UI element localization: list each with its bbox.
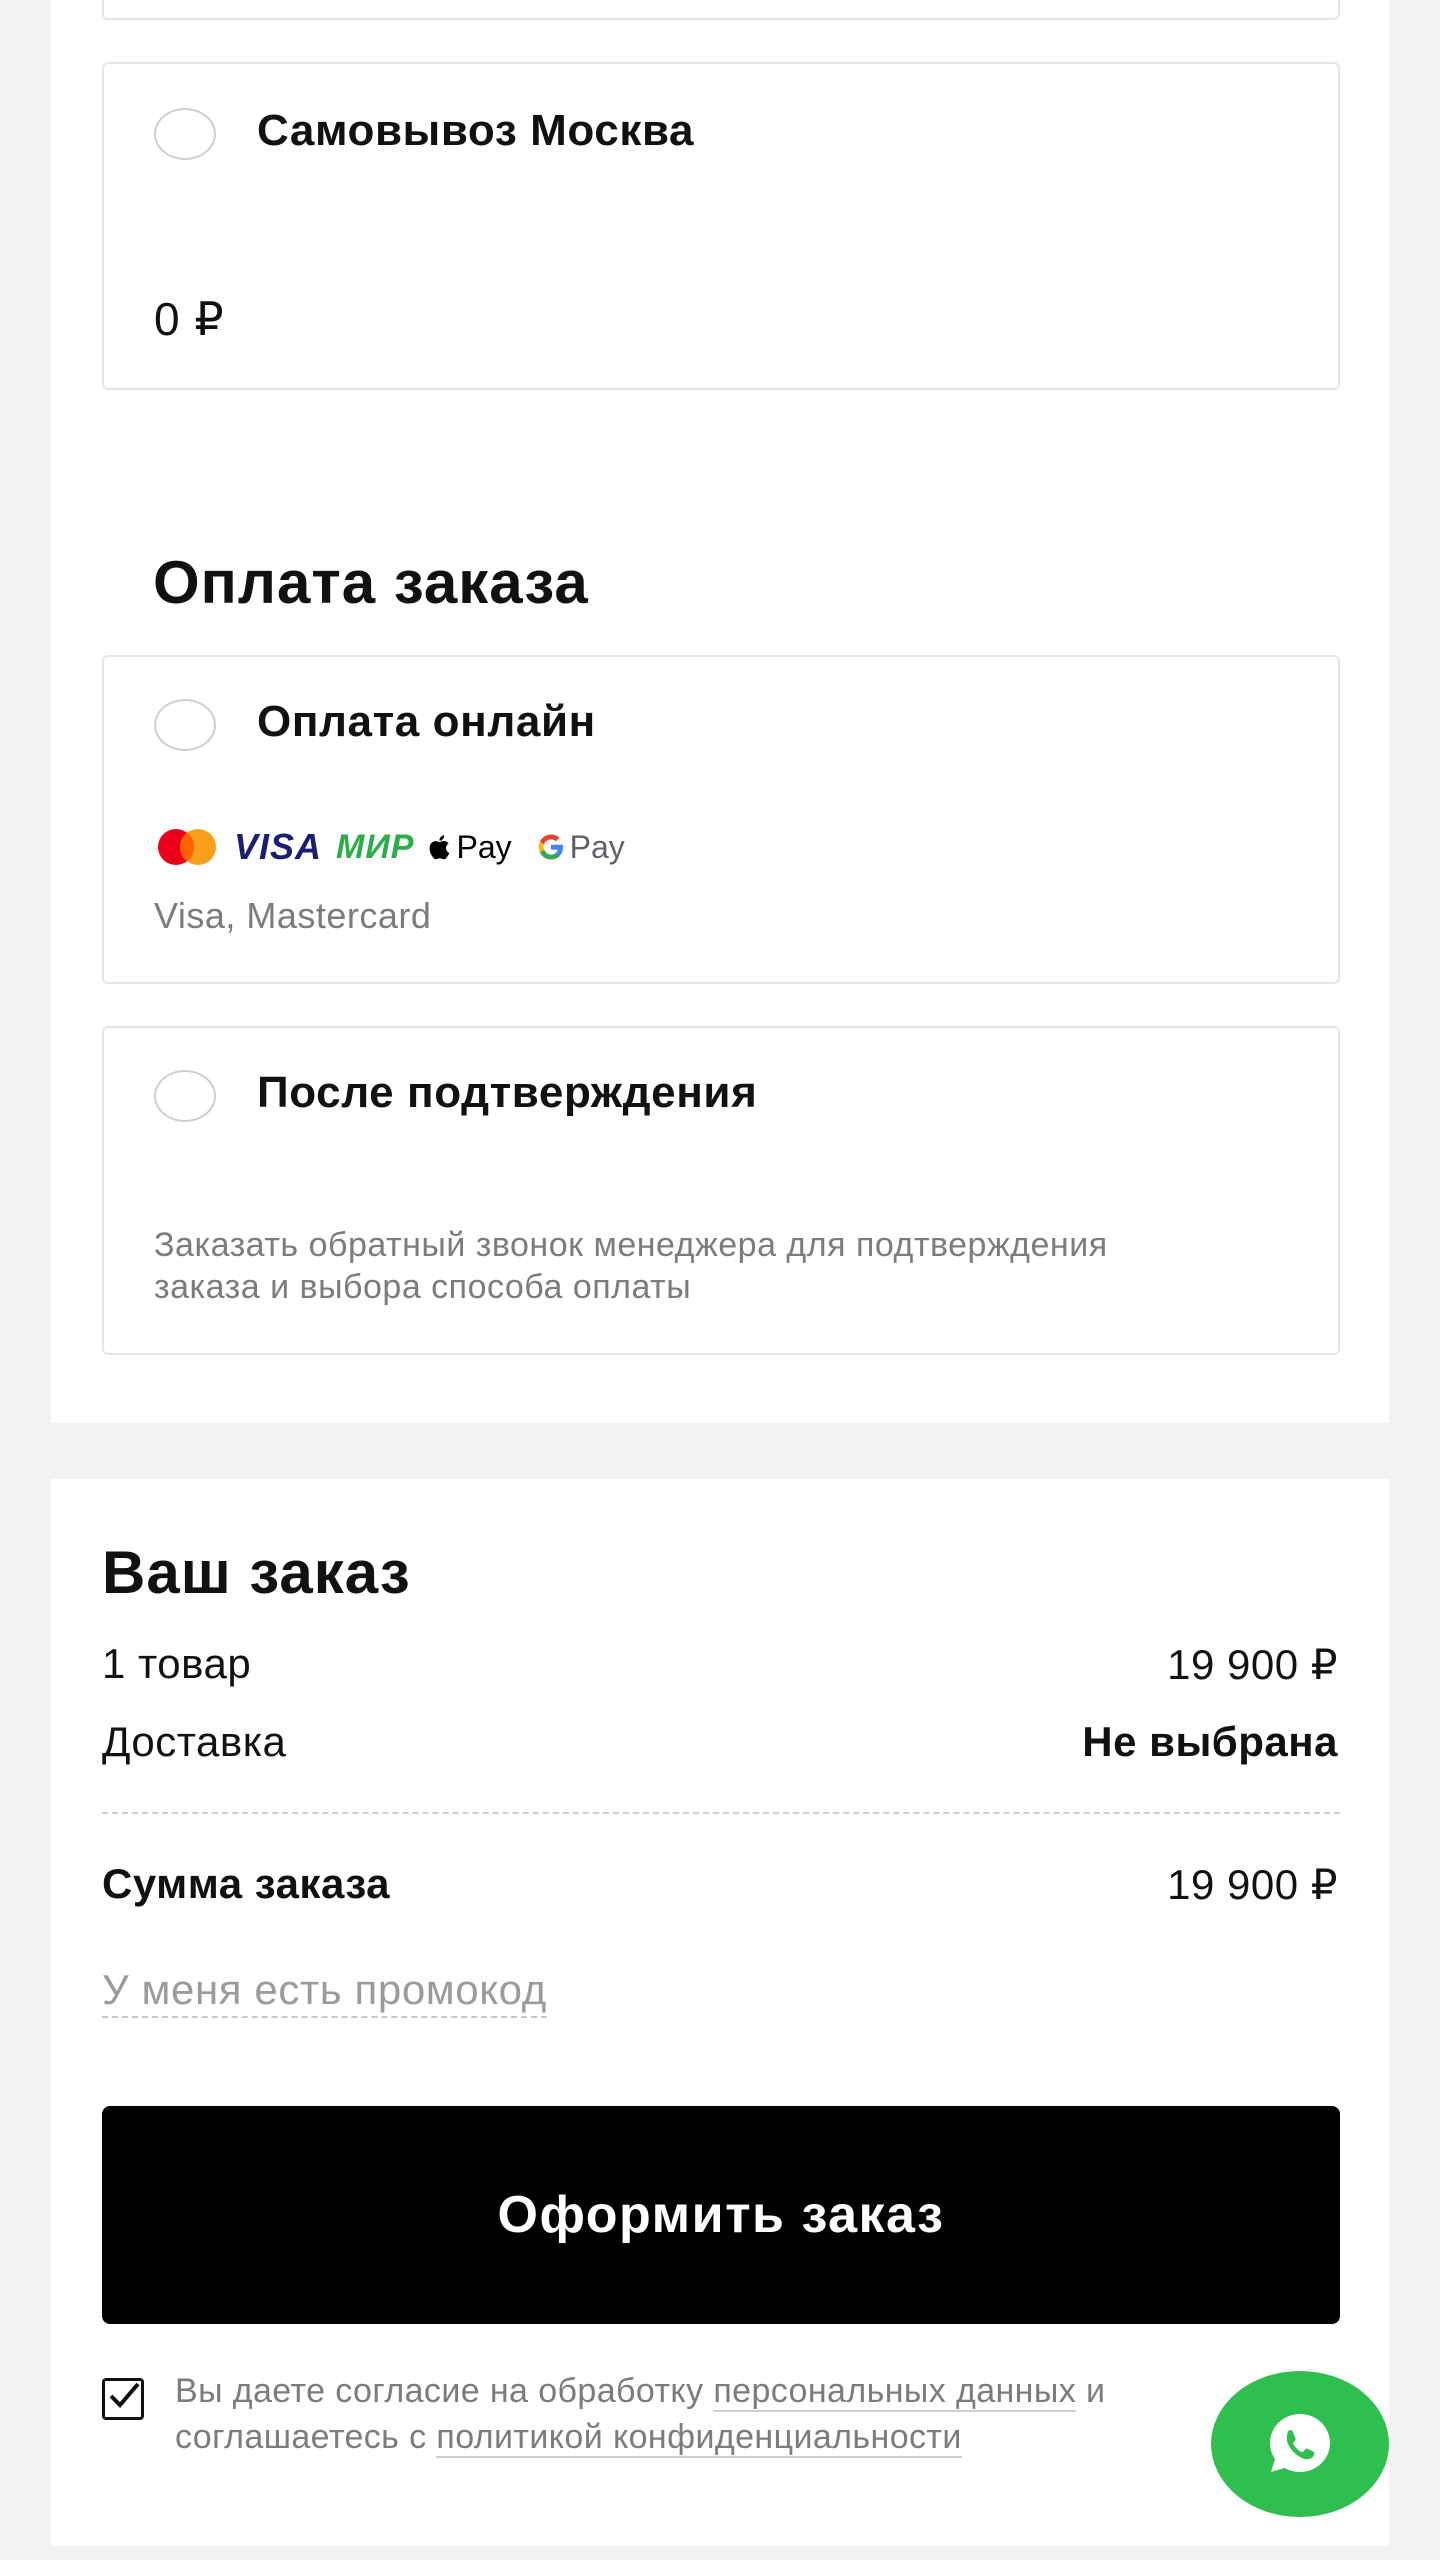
- after-confirmation-title: После подтверждения: [257, 1068, 758, 1117]
- payment-logos: VISA МИР Pay Pay: [154, 825, 625, 869]
- pickup-radio[interactable]: [154, 108, 216, 160]
- delivery-value: Не выбрана: [1082, 1718, 1338, 1765]
- after-confirmation-radio[interactable]: [154, 1070, 216, 1122]
- delivery-option-card-previous[interactable]: [102, 0, 1340, 20]
- online-payment-radio[interactable]: [154, 699, 216, 751]
- payment-option-online[interactable]: Оплата онлайн VISA МИР Pay Pay Visa, Mas…: [102, 655, 1340, 984]
- mastercard-icon: [154, 827, 220, 867]
- submit-order-button[interactable]: Оформить заказ: [102, 2106, 1340, 2324]
- google-pay-icon: Pay: [536, 829, 625, 866]
- mir-icon: МИР: [336, 827, 415, 866]
- whatsapp-icon: [1270, 2414, 1330, 2472]
- checkout-panel: Самовывоз Москва 0 ₽ Оплата заказа Оплат…: [51, 0, 1389, 1423]
- privacy-policy-link[interactable]: политикой конфиденциальности: [436, 2418, 962, 2458]
- whatsapp-button[interactable]: [1211, 2371, 1389, 2517]
- order-total-label: Сумма заказа: [102, 1860, 391, 1907]
- visa-icon: VISA: [234, 826, 323, 867]
- online-payment-title: Оплата онлайн: [257, 697, 596, 746]
- payment-option-after-confirmation[interactable]: После подтверждения Заказать обратный зв…: [102, 1026, 1340, 1355]
- summary-divider: [102, 1812, 1340, 1814]
- delivery-option-pickup[interactable]: Самовывоз Москва 0 ₽: [102, 62, 1340, 390]
- consent-text: Вы даете согласие на обработку персональ…: [175, 2368, 1235, 2460]
- order-summary-title: Ваш заказ: [102, 1539, 411, 1606]
- online-payment-note: Visa, Mastercard: [154, 895, 432, 936]
- personal-data-link[interactable]: персональных данных: [713, 2372, 1077, 2412]
- items-total-value: 19 900 ₽: [1167, 1641, 1338, 1688]
- order-total-value: 19 900 ₽: [1167, 1861, 1338, 1908]
- pickup-price: 0 ₽: [154, 293, 225, 345]
- consent-checkbox[interactable]: [102, 2378, 144, 2420]
- consent-text-before: Вы даете согласие на обработку: [175, 2372, 704, 2410]
- pickup-title: Самовывоз Москва: [257, 106, 695, 155]
- apple-pay-icon: Pay: [429, 829, 512, 866]
- after-confirmation-description: Заказать обратный звонок менеджера для п…: [154, 1226, 1108, 1306]
- delivery-label: Доставка: [102, 1718, 287, 1765]
- check-icon: [109, 2382, 140, 2408]
- payment-section-title: Оплата заказа: [153, 549, 589, 616]
- items-count-label: 1 товар: [102, 1640, 252, 1687]
- promo-code-link[interactable]: У меня есть промокод: [102, 1966, 547, 2018]
